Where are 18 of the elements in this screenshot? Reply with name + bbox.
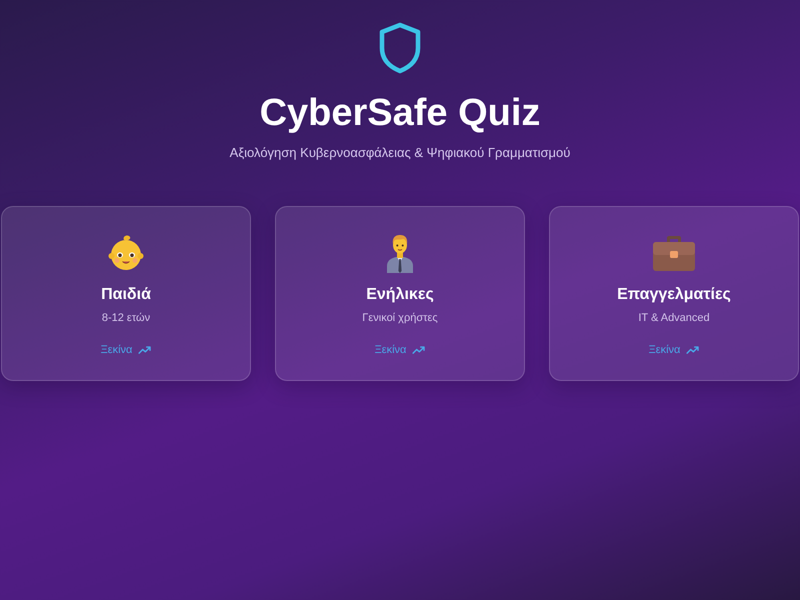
card-subtitle: Γενικοί χρήστες (362, 311, 438, 325)
trend-up-icon (412, 346, 426, 354)
briefcase-icon (652, 233, 696, 273)
card-subtitle: IT & Advanced (638, 311, 710, 325)
shield-icon (378, 22, 422, 74)
baby-face-icon (106, 233, 146, 273)
category-card[interactable]: Παιδιά 8-12 ετών Ξεκίνα (1, 206, 251, 381)
app-title: CyberSafe Quiz (260, 91, 540, 136)
app-subtitle: Αξιολόγηση Κυβερνοασφάλειας & Ψηφιακού Γραμματισμού (230, 144, 570, 161)
card-title: Παιδιά (101, 285, 151, 305)
start-link[interactable]: Ξεκίνα (96, 341, 156, 359)
card-title: Ενήλικες (366, 285, 434, 305)
card-title: Επαγγελματίες (617, 285, 731, 305)
trend-up-icon (686, 346, 700, 354)
trend-up-icon (138, 346, 152, 354)
category-card[interactable]: Ενήλικες Γενικοί χρήστες Ξεκίνα (275, 206, 525, 381)
category-card[interactable]: Επαγγελματίες IT & Advanced Ξεκίνα (549, 206, 799, 381)
card-subtitle: 8-12 ετών (102, 311, 150, 325)
